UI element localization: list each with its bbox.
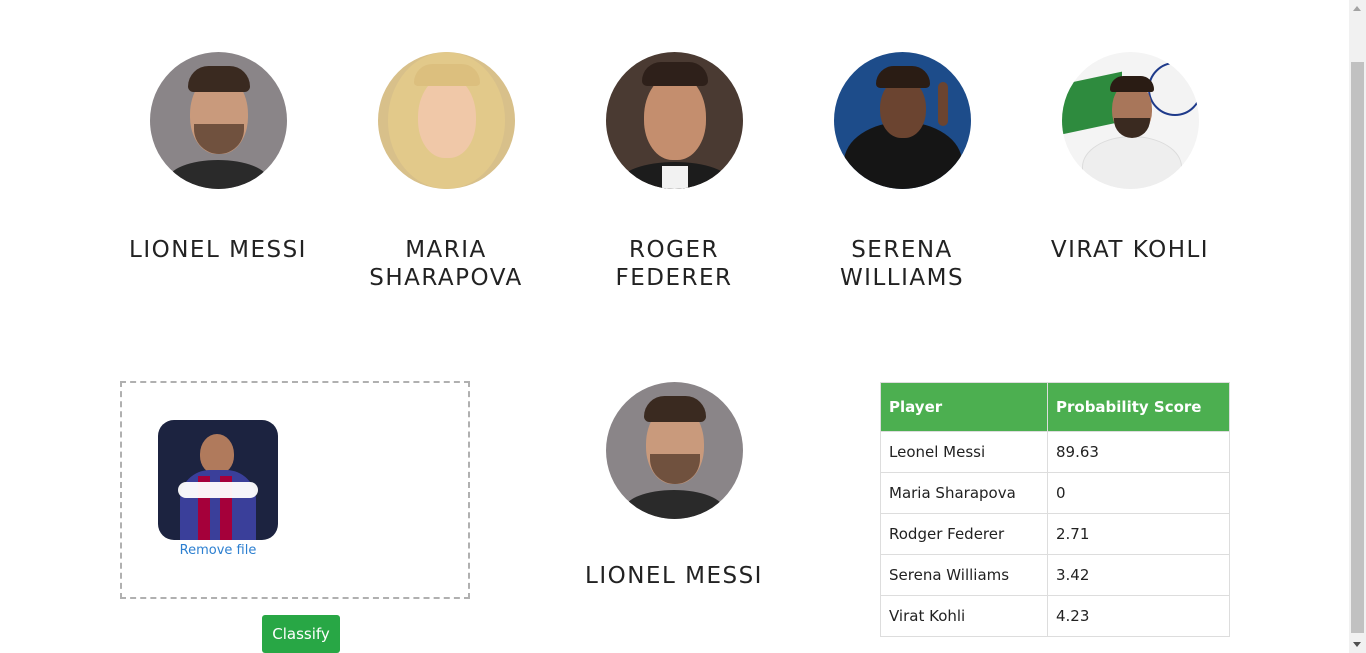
score-cell: 3.42 bbox=[1047, 554, 1230, 596]
player-cell: Serena Williams bbox=[880, 554, 1048, 596]
table-row: Virat Kohli 4.23 bbox=[880, 595, 1230, 637]
scroll-up-arrow-icon[interactable] bbox=[1349, 0, 1366, 17]
player-cell: Virat Kohli bbox=[880, 595, 1048, 637]
file-dropzone[interactable]: Remove file bbox=[120, 381, 470, 599]
serena-avatar bbox=[833, 52, 971, 189]
player-card-kohli: VIRAT KOHLI bbox=[1016, 52, 1244, 264]
player-card-sharapova: MARIA SHARAPOVA bbox=[332, 52, 560, 292]
result-messi-avatar bbox=[605, 382, 743, 519]
player-name: VIRAT KOHLI bbox=[1050, 237, 1210, 263]
player-card-messi: LIONEL MESSI bbox=[104, 52, 332, 264]
page: LIONEL MESSI MARIA SHARAPOVA ROGER FEDER… bbox=[0, 0, 1349, 653]
messi-avatar bbox=[149, 52, 287, 189]
score-cell: 0 bbox=[1047, 472, 1230, 514]
probability-table: Player Probability Score Leonel Messi 89… bbox=[880, 382, 1230, 637]
table-row: Leonel Messi 89.63 bbox=[880, 431, 1230, 473]
sharapova-avatar bbox=[377, 52, 515, 189]
scroll-down-arrow-icon[interactable] bbox=[1349, 636, 1366, 653]
kohli-avatar bbox=[1061, 52, 1199, 189]
player-cell: Maria Sharapova bbox=[880, 472, 1048, 514]
column-header-probability: Probability Score bbox=[1047, 382, 1230, 432]
score-cell: 89.63 bbox=[1047, 431, 1230, 473]
player-name: ROGER FEDERER bbox=[615, 237, 733, 291]
uploaded-image-thumbnail bbox=[158, 420, 278, 540]
remove-file-link[interactable]: Remove file bbox=[158, 543, 278, 558]
classify-button[interactable]: Classify bbox=[262, 615, 340, 653]
player-name: MARIA SHARAPOVA bbox=[369, 237, 523, 291]
result-player-name: LIONEL MESSI bbox=[585, 563, 763, 589]
player-cell: Rodger Federer bbox=[880, 513, 1048, 555]
score-cell: 2.71 bbox=[1047, 513, 1230, 555]
vertical-scrollbar[interactable] bbox=[1349, 0, 1366, 653]
table-row: Serena Williams 3.42 bbox=[880, 554, 1230, 596]
federer-avatar bbox=[605, 52, 743, 189]
score-cell: 4.23 bbox=[1047, 595, 1230, 637]
table-row: Maria Sharapova 0 bbox=[880, 472, 1230, 514]
classification-result: LIONEL MESSI bbox=[560, 382, 788, 589]
player-cell: Leonel Messi bbox=[880, 431, 1048, 473]
table-row: Rodger Federer 2.71 bbox=[880, 513, 1230, 555]
column-header-player: Player bbox=[880, 382, 1048, 432]
scrollbar-thumb[interactable] bbox=[1351, 62, 1364, 633]
table-header-row: Player Probability Score bbox=[880, 382, 1230, 432]
player-name: SERENA WILLIAMS bbox=[839, 237, 965, 291]
player-name: LIONEL MESSI bbox=[129, 237, 307, 263]
player-card-serena: SERENA WILLIAMS bbox=[788, 52, 1016, 292]
player-card-federer: ROGER FEDERER bbox=[560, 52, 788, 292]
